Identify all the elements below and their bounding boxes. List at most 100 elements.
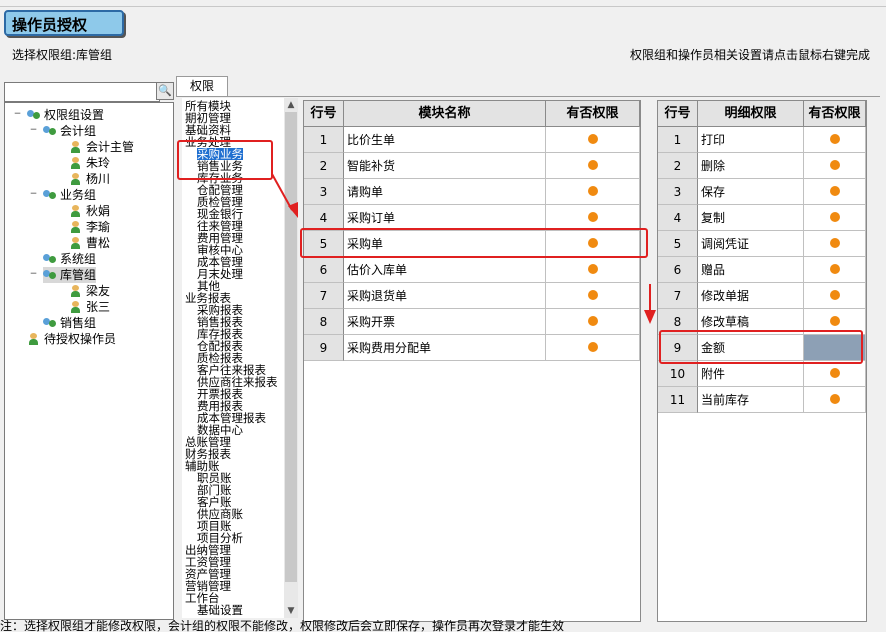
table-row[interactable]: 4 采购订单 [304,205,640,231]
tab-divider [176,96,880,97]
permission-toggle[interactable] [546,127,640,153]
permission-toggle[interactable] [804,153,866,179]
row-number: 2 [304,153,344,179]
collapse-icon[interactable]: − [29,190,38,199]
tree-root[interactable]: 权限组设置 [27,107,104,123]
scroll-down-icon[interactable]: ▼ [284,604,298,618]
permission-toggle[interactable] [546,309,640,335]
table-row[interactable]: 7 修改单据 [658,283,866,309]
permission-toggle[interactable] [546,257,640,283]
module-scrollbar[interactable]: ▲ ▼ [284,98,298,618]
permission-name: 附件 [698,361,804,387]
tree-user[interactable]: 李瑜 [69,219,110,235]
permission-granted-icon [829,394,840,404]
table-row[interactable]: 7 采购退货单 [304,283,640,309]
table-row[interactable]: 4 复制 [658,205,866,231]
collapse-icon[interactable]: − [29,126,38,135]
permission-granted-icon [829,134,840,144]
scrollbar-thumb[interactable] [285,112,297,582]
table-row[interactable]: 6 赠品 [658,257,866,283]
permission-granted-icon [587,134,598,144]
tree-user[interactable]: 会计主管 [69,139,134,155]
tree-group-business[interactable]: 业务组 [43,187,96,203]
row-number: 9 [658,335,698,361]
permission-toggle[interactable] [804,283,866,309]
group-icon [27,109,41,121]
permission-toggle[interactable] [804,231,866,257]
tree-group-warehouse[interactable]: 库管组 [43,267,97,283]
row-number: 7 [304,283,344,309]
collapse-icon[interactable]: − [13,110,22,119]
permission-toggle[interactable] [546,205,640,231]
permission-toggle[interactable] [804,179,866,205]
module-tree-item[interactable]: 基础设置 [197,604,243,616]
permission-toggle[interactable] [804,127,866,153]
column-header-module-name: 模块名称 [344,101,546,127]
tree-user[interactable]: 杨川 [69,171,110,187]
table-row[interactable]: 3 保存 [658,179,866,205]
page-title-button: 操作员授权 [4,10,124,36]
top-menu-strip [0,0,886,7]
search-icon[interactable]: 🔍 [156,82,174,100]
permission-name: 金额 [698,335,804,361]
table-row[interactable]: 2 删除 [658,153,866,179]
table-row[interactable]: 5 采购单 [304,231,640,257]
permission-name: 采购开票 [344,309,546,335]
table-row[interactable]: 1 比价生单 [304,127,640,153]
tree-user[interactable]: 张三 [69,299,110,315]
row-number: 4 [304,205,344,231]
tree-user[interactable]: 梁友 [69,283,110,299]
permission-granted-icon [587,212,598,222]
permission-granted-icon [587,238,598,248]
table-row[interactable]: 3 请购单 [304,179,640,205]
permission-granted-icon [587,160,598,170]
permission-toggle[interactable] [804,205,866,231]
permission-toggle[interactable] [804,257,866,283]
permission-granted-icon [829,264,840,274]
table-row[interactable]: 2 智能补货 [304,153,640,179]
table-row[interactable]: 8 采购开票 [304,309,640,335]
module-tree[interactable]: ▲ ▼ 所有模块 期初管理 基础资料 业务处理 采购业务 销售业务 库存业务 仓配管理 质检管理… [182,98,298,618]
permission-toggle[interactable] [804,361,866,387]
permission-toggle[interactable] [546,153,640,179]
selected-group-label: 选择权限组:库管组 [12,48,113,62]
permission-toggle[interactable] [804,387,866,413]
scroll-up-icon[interactable]: ▲ [284,98,298,112]
permission-toggle[interactable] [804,309,866,335]
row-number: 8 [658,309,698,335]
tree-search-input[interactable] [4,82,160,102]
permission-toggle[interactable] [546,231,640,257]
module-permission-grid[interactable]: 行号 模块名称 有否权限 1 比价生单 2 智能补货 3 请购单 4 采购订单 5 采购单 6 估价入… [303,100,641,622]
tree-pending-operators[interactable]: 待授权操作员 [27,331,116,347]
table-row[interactable]: 9 金额 [658,335,866,361]
collapse-icon[interactable]: − [29,270,38,279]
permission-group-tree[interactable]: − 权限组设置 − 会计组 会计主管 朱玲 杨川 − 业务组 秋娟 李瑜 曹松 … [4,102,174,620]
tree-user[interactable]: 朱玲 [69,155,110,171]
tree-group-system[interactable]: 系统组 [43,251,96,267]
permission-toggle[interactable] [546,335,640,361]
permission-granted-icon [829,160,840,170]
table-row[interactable]: 11 当前库存 [658,387,866,413]
permission-granted-icon [587,290,598,300]
tree-group-accounting[interactable]: 会计组 [43,123,96,139]
row-number: 1 [304,127,344,153]
permission-toggle[interactable] [804,335,866,361]
row-number: 2 [658,153,698,179]
table-row[interactable]: 10 附件 [658,361,866,387]
tree-group-sales[interactable]: 销售组 [43,315,96,331]
tree-user[interactable]: 曹松 [69,235,110,251]
group-icon [43,189,57,201]
permission-toggle[interactable] [546,179,640,205]
table-row[interactable]: 5 调阅凭证 [658,231,866,257]
table-row[interactable]: 1 打印 [658,127,866,153]
row-number: 11 [658,387,698,413]
detail-permission-grid[interactable]: 行号 明细权限 有否权限 1 打印 2 删除 3 保存 4 复制 5 调阅凭证 6 赠品 7 修改单据 8 修… [657,100,867,622]
table-row[interactable]: 9 采购费用分配单 [304,335,640,361]
tab-permission[interactable]: 权限 [176,76,228,97]
permission-toggle[interactable] [546,283,640,309]
table-row[interactable]: 6 估价入库单 [304,257,640,283]
row-number: 4 [658,205,698,231]
tree-user[interactable]: 秋娟 [69,203,110,219]
table-row[interactable]: 8 修改草稿 [658,309,866,335]
permission-name: 修改单据 [698,283,804,309]
